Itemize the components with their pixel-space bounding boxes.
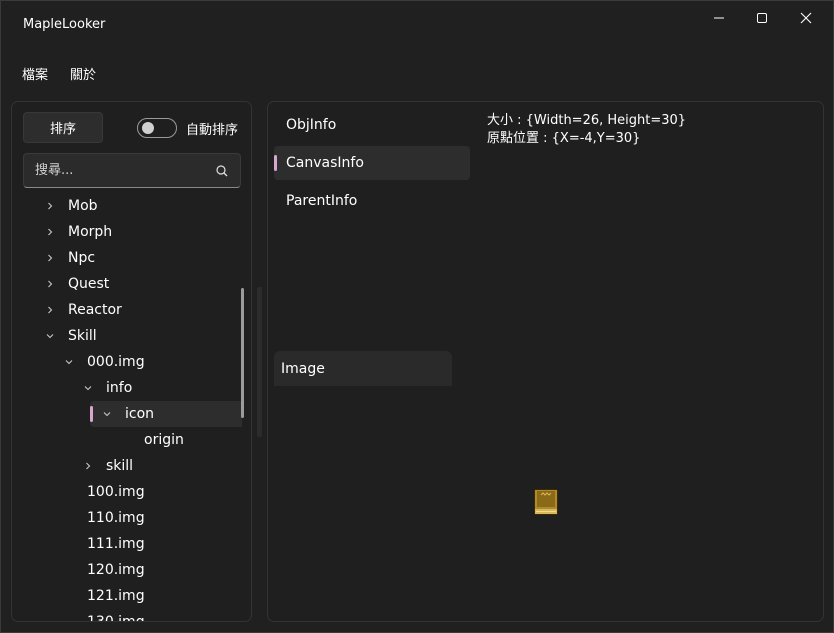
image-section-header: Image xyxy=(274,351,452,386)
canvas-info: 大小 : {Width=26, Height=30} 原點位置 : {X=-4,… xyxy=(487,112,686,148)
nav-parentinfo[interactable]: ParentInfo xyxy=(274,184,470,218)
tree-item-label: 100.img xyxy=(87,484,145,500)
nav-label: ParentInfo xyxy=(286,193,358,209)
tree-item[interactable]: 111.img xyxy=(12,531,242,557)
search-box xyxy=(23,153,241,188)
close-icon xyxy=(800,12,812,24)
tree-item[interactable]: Npc xyxy=(12,245,242,271)
chevron-down-icon[interactable] xyxy=(82,382,94,394)
maximize-button[interactable] xyxy=(739,1,785,35)
app-title: MapleLooker xyxy=(23,17,106,32)
tree-panel: 排序 自動排序 Mob Morph Npc Quest Reactor Skill 000.… xyxy=(11,101,252,622)
detail-panel: ObjInfo CanvasInfo ParentInfo 大小 : {Widt… xyxy=(267,101,824,622)
nav-label: CanvasInfo xyxy=(286,155,364,171)
tree-item-label: 000.img xyxy=(87,354,145,370)
nav-canvasinfo[interactable]: CanvasInfo xyxy=(274,146,470,180)
minimize-button[interactable] xyxy=(696,1,742,35)
maximize-icon xyxy=(757,13,767,23)
chevron-right-icon[interactable] xyxy=(82,460,94,472)
chevron-right-icon[interactable] xyxy=(44,252,56,264)
minimize-icon xyxy=(714,17,724,19)
tree-item-label: icon xyxy=(125,406,155,422)
search-input[interactable] xyxy=(24,154,204,187)
chevron-right-icon[interactable] xyxy=(44,278,56,290)
tree-item[interactable]: Quest xyxy=(12,271,242,297)
chevron-down-icon[interactable] xyxy=(101,408,113,420)
tree-item-label: 130.img xyxy=(87,614,145,622)
chevron-down-icon[interactable] xyxy=(63,356,75,368)
splitter-handle[interactable] xyxy=(257,287,262,437)
tree-item[interactable]: 120.img xyxy=(12,557,242,583)
tree-item[interactable]: 000.img xyxy=(12,349,242,375)
tree-item-label: Mob xyxy=(68,198,98,214)
tree-item-label: 110.img xyxy=(87,510,145,526)
tree-item[interactable]: 110.img xyxy=(12,505,242,531)
tree-item-label: info xyxy=(106,380,133,396)
tree-item[interactable]: 121.img xyxy=(12,583,242,609)
chevron-right-icon[interactable] xyxy=(44,226,56,238)
chevron-right-icon[interactable] xyxy=(44,304,56,316)
tree-item-label: 111.img xyxy=(87,536,145,552)
menu-about[interactable]: 關於 xyxy=(59,57,107,91)
toggle-knob xyxy=(142,122,154,134)
app-window: MapleLooker 檔案 關於 排序 自動排序 Mob Morph Npc Que… xyxy=(0,0,834,633)
tree-item[interactable]: Mob xyxy=(12,193,242,219)
tree-item[interactable]: Skill xyxy=(12,323,242,349)
skill-book-icon xyxy=(534,489,558,515)
sort-button[interactable]: 排序 xyxy=(23,112,103,143)
tree-item[interactable]: 100.img xyxy=(12,479,242,505)
tree-item-label: Quest xyxy=(68,276,110,292)
tree-item-label: origin xyxy=(144,432,184,448)
tree-scrollbar[interactable] xyxy=(241,288,244,418)
menu-bar: 檔案 關於 xyxy=(11,57,107,91)
tree-item-label: Npc xyxy=(68,250,96,266)
tree-item[interactable]: Reactor xyxy=(12,297,242,323)
size-info: 大小 : {Width=26, Height=30} xyxy=(487,113,687,128)
chevron-down-icon[interactable] xyxy=(44,330,56,342)
tree-item-label: Skill xyxy=(68,328,97,344)
tree-item-label: Morph xyxy=(68,224,113,240)
tree-item[interactable]: icon xyxy=(12,401,242,427)
nav-objinfo[interactable]: ObjInfo xyxy=(274,108,470,142)
menu-file[interactable]: 檔案 xyxy=(11,57,59,91)
title-bar: MapleLooker xyxy=(1,1,834,49)
origin-info: 原點位置 : {X=-4,Y=30} xyxy=(487,131,641,146)
tree-item-label: skill xyxy=(106,458,134,474)
close-button[interactable] xyxy=(783,1,829,35)
tree-item[interactable]: 130.img xyxy=(12,609,242,622)
tree-item-label: 121.img xyxy=(87,588,145,604)
image-header-label: Image xyxy=(281,360,325,377)
tree-item[interactable]: info xyxy=(12,375,242,401)
search-icon[interactable] xyxy=(214,163,230,179)
auto-sort-toggle[interactable] xyxy=(137,118,177,138)
nav-label: ObjInfo xyxy=(286,117,337,133)
tree-item[interactable]: origin xyxy=(12,427,242,453)
tree-item-label: Reactor xyxy=(68,302,122,318)
tree-view: Mob Morph Npc Quest Reactor Skill 000.img info i… xyxy=(12,193,242,622)
selection-indicator xyxy=(90,406,93,422)
tree-item[interactable]: skill xyxy=(12,453,242,479)
auto-sort-label: 自動排序 xyxy=(186,123,239,138)
tree-item[interactable]: Morph xyxy=(12,219,242,245)
tree-item-label: 120.img xyxy=(87,562,145,578)
chevron-right-icon[interactable] xyxy=(44,200,56,212)
